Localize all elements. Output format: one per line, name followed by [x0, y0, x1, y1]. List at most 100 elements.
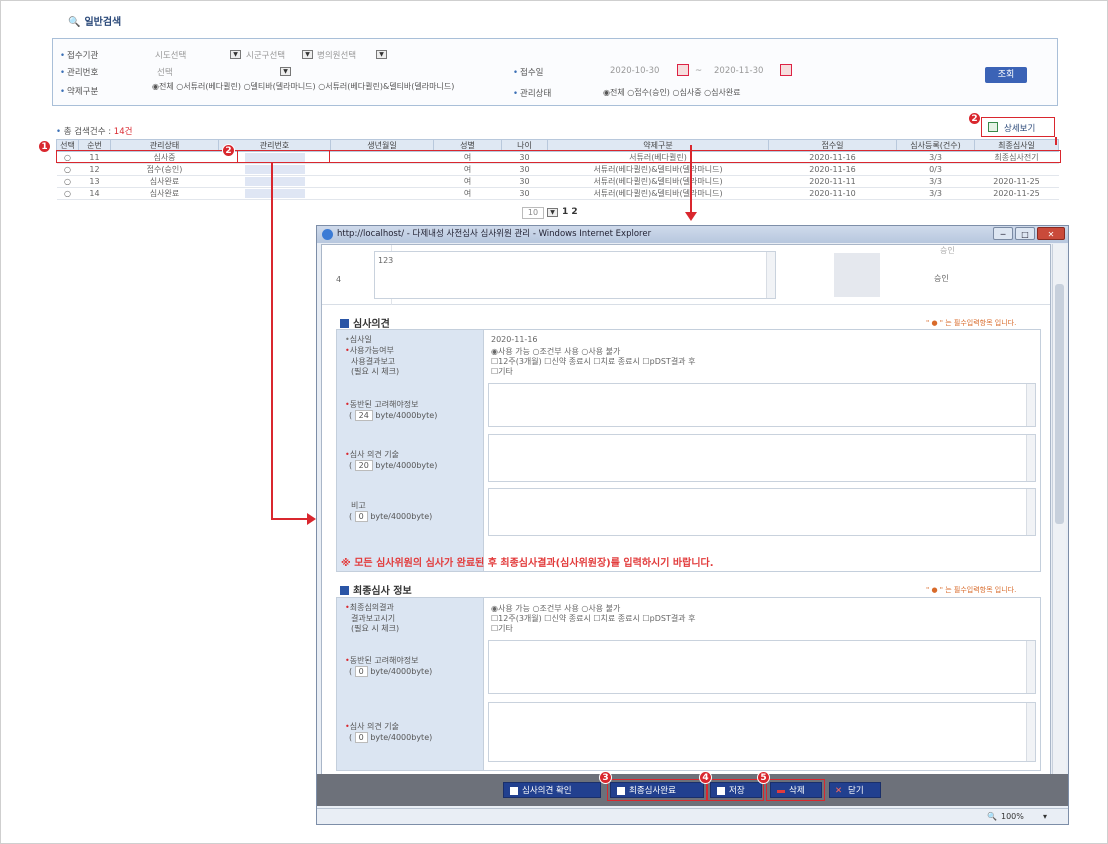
result-table: 선택 순번 관리상태 관리번호 생년월일 성별 나이 약제구분 접수일 심사등록…: [56, 139, 1059, 200]
date-to-input[interactable]: 2020-11-30: [714, 66, 763, 76]
final-companion-label: •동반된 고려해야정보: [345, 656, 419, 665]
page-1[interactable]: 1: [562, 207, 568, 217]
city-dropdown-icon[interactable]: ▼: [302, 50, 313, 59]
highlight-save-box: [707, 779, 764, 801]
drug-type-radio-group[interactable]: ◉전체 ○서튜러(베다퀼린) ○델티바(델라마니드) ○서튜러(베다퀼린)&델티…: [152, 82, 510, 91]
row-radio[interactable]: ○: [64, 189, 71, 198]
report-checkbox-group[interactable]: ☐12주(3개월) ☐신약 종료시 ☐치료 종료시 ☐pDST결과 후 ☐기타: [491, 357, 695, 377]
remark-textarea[interactable]: [488, 488, 1036, 536]
marker-1: 1: [38, 140, 51, 153]
connector-line: [1055, 137, 1057, 145]
manage-status-label: • 관리상태: [513, 89, 552, 99]
search-legend: 🔍 일반검색: [58, 13, 128, 33]
section-icon: [340, 586, 349, 595]
review-section-title: 심사의견: [340, 315, 390, 330]
final-opinion-textarea[interactable]: [488, 702, 1036, 762]
pagination: 1 2: [562, 207, 578, 217]
receipt-date-label: • 접수일: [513, 68, 544, 78]
search-button[interactable]: 조회: [985, 67, 1027, 83]
hospital-dropdown-icon[interactable]: ▼: [376, 50, 387, 59]
search-legend-text: 일반검색: [84, 17, 122, 28]
review-notice: ※ 모든 심사위원의 심사가 완료된 후 최종심사결과(심사위원장)를 입력하시…: [341, 558, 714, 569]
usable-radio-group[interactable]: ◉사용 가능 ○조건부 사용 ○사용 불가: [491, 346, 620, 357]
page-size-select[interactable]: 10: [522, 207, 544, 219]
companion-label: •동반된 고려해야정보: [345, 400, 419, 409]
page-size-dropdown-icon[interactable]: ▼: [547, 208, 558, 217]
review-date-value: 2020-11-16: [491, 335, 538, 344]
popup-window: http://localhost/ - 다제내성 사전심사 심사위원 관리 - …: [316, 225, 1069, 825]
final-form: •최종심의결과 ◉사용 가능 ○조건부 사용 ○사용 불가 결과보고시기 (필요 …: [336, 597, 1041, 771]
close-window-button[interactable]: ✕: [1037, 227, 1065, 240]
final-section-title: 최종심사 정보: [340, 582, 412, 597]
highlight-manage-no-box: [237, 150, 330, 163]
companion-textarea[interactable]: [488, 383, 1036, 427]
final-result-radio-group[interactable]: ◉사용 가능 ○조건부 사용 ○사용 불가: [491, 603, 620, 614]
manage-no-label: • 관리번호: [60, 68, 99, 78]
table-row[interactable]: ○ 13 심사완료 여 30 서튜러(베다퀼린)&델티바(델라마니드) 2020-11…: [56, 175, 1059, 188]
close-x-icon: ✕: [835, 786, 843, 796]
remark-bytes: ( 0 byte/4000byte): [349, 511, 433, 522]
agency-label: • 접수기관: [60, 51, 99, 61]
maximize-button[interactable]: □: [1015, 227, 1035, 240]
popup-content: 4 123 승인 승인 심사의견 " ● " 는 필수입력항목 입니다. •심사…: [321, 244, 1051, 790]
final-opinion-bytes: ( 0 byte/4000byte): [349, 732, 433, 743]
popup-scrollbar[interactable]: [1052, 244, 1066, 790]
close-button[interactable]: ✕ 닫기: [829, 782, 881, 798]
companion-bytes: ( 24 byte/4000byte): [349, 410, 438, 421]
status-bar: 🔍 100% ▾: [317, 808, 1068, 824]
manage-no-select[interactable]: 선택: [157, 66, 173, 78]
marker-2: 2: [222, 144, 235, 157]
city-select[interactable]: 시군구선택: [246, 49, 285, 61]
review-list-textarea[interactable]: 123: [374, 251, 776, 299]
date-from-input[interactable]: 2020-10-30: [610, 66, 659, 76]
masked-manage-no: [244, 189, 305, 198]
masked-manage-no: [244, 177, 305, 186]
detail-button[interactable]: 상세보기: [981, 117, 1055, 137]
ie-icon: [322, 229, 333, 240]
zoom-level[interactable]: 100%: [1001, 812, 1024, 821]
remark-label: 비고: [351, 501, 366, 510]
arrow-head-icon: [685, 212, 697, 221]
masked-manage-no: [244, 165, 305, 174]
drug-type-label: • 약제구분: [60, 87, 99, 97]
page-2[interactable]: 2: [571, 207, 577, 217]
usable-label: •사용가능여부: [345, 346, 394, 355]
hospital-select[interactable]: 병의원선택: [317, 49, 356, 61]
section-icon: [340, 319, 349, 328]
magnifier-icon: 🔍: [68, 17, 81, 28]
status-radio-group[interactable]: ◉전체 ○접수(승인) ○심사중 ○심사완료: [603, 87, 741, 98]
manage-no-dropdown-icon[interactable]: ▼: [280, 67, 291, 76]
connector-line: [690, 145, 692, 215]
marker-4: 4: [699, 771, 712, 784]
final-opinion-label: •심사 의견 기술: [345, 722, 399, 731]
row-radio[interactable]: ○: [64, 165, 71, 174]
marker-5: 5: [757, 771, 770, 784]
province-select[interactable]: 시도선택: [155, 49, 186, 61]
marker-2b: 2: [968, 112, 981, 125]
final-report-label: 결과보고시기 (필요 시 체크): [351, 614, 400, 633]
opinion-textarea[interactable]: [488, 434, 1036, 482]
review-date-label: •심사일: [345, 335, 372, 344]
province-dropdown-icon[interactable]: ▼: [230, 50, 241, 59]
connector-line: [271, 518, 311, 520]
table-row[interactable]: ○ 12 접수(승인) 여 30 서튜러(베다퀼린)&델티바(델라마니드) 2020-…: [56, 163, 1059, 176]
review-list-row: 4 123 승인 승인: [322, 245, 1050, 305]
arrow-head-icon: [307, 513, 316, 525]
highlight-delete-box: [766, 779, 825, 801]
final-result-label: •최종심의결과: [345, 603, 394, 612]
calendar-to-icon[interactable]: [780, 64, 792, 76]
row-radio[interactable]: ○: [64, 177, 71, 186]
marker-3: 3: [599, 771, 612, 784]
final-report-checkbox-group[interactable]: ☐12주(3개월) ☐신약 종료시 ☐치료 종료시 ☐pDST결과 후 ☐기타: [491, 614, 695, 634]
zoom-dropdown-icon[interactable]: ▾: [1043, 812, 1047, 821]
masked-reviewer: [834, 253, 880, 297]
zoom-icon: 🔍: [987, 812, 997, 821]
final-companion-textarea[interactable]: [488, 640, 1036, 694]
required-note: " ● " 는 필수입력항목 입니다.: [926, 586, 1017, 594]
table-row[interactable]: ○ 14 심사완료 여 30 서튜러(베다퀼린)&델티바(델라마니드) 2020-11…: [56, 187, 1059, 200]
confirm-review-button[interactable]: 심사의견 확인: [503, 782, 601, 798]
document-icon: [510, 787, 518, 795]
minimize-button[interactable]: ─: [993, 227, 1013, 240]
detail-icon: [988, 122, 998, 132]
calendar-from-icon[interactable]: [677, 64, 689, 76]
